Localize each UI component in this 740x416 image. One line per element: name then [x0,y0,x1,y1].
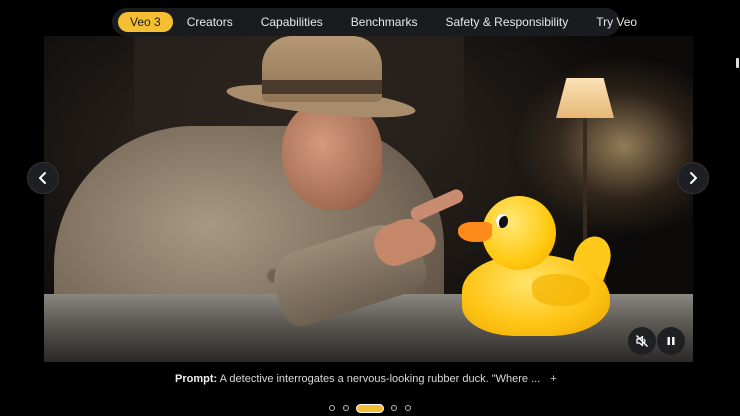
hat-band [262,80,382,94]
video-player[interactable] [44,36,693,362]
nav-tab-creators[interactable]: Creators [173,12,247,32]
prompt-label: Prompt: [175,373,218,385]
top-nav: Veo 3 Creators Capabilities Benchmarks S… [112,8,637,36]
duck-wing [532,274,590,306]
mute-button[interactable] [628,327,656,355]
slide-dot-4[interactable] [391,405,397,411]
duck-head [482,196,556,270]
volume-off-icon [636,335,648,347]
slide-dot-5[interactable] [405,405,411,411]
nav-tab-benchmarks[interactable]: Benchmarks [337,12,432,32]
previous-slide-button[interactable] [27,162,59,194]
pause-icon [667,337,675,345]
slide-indicators [329,404,411,412]
nav-tab-veo-3[interactable]: Veo 3 [118,12,173,32]
nav-tab-safety-responsibility[interactable]: Safety & Responsibility [431,12,582,32]
slide-dot-3[interactable] [357,404,383,412]
chevron-right-icon [690,172,697,184]
expand-prompt-button[interactable]: + [550,371,556,387]
chevron-left-icon [39,172,46,184]
duck-eye [496,214,508,228]
prompt-caption: Prompt: A detective interrogates a nervo… [175,371,557,387]
lamp-shade [556,78,614,118]
next-slide-button[interactable] [677,162,709,194]
slide-dot-2[interactable] [343,405,349,411]
prompt-text: A detective interrogates a nervous-looki… [217,373,541,385]
duck-beak [458,222,492,242]
slide-dot-1[interactable] [329,405,335,411]
scrollbar-thumb[interactable] [736,58,739,68]
nav-tab-try-veo[interactable]: Try Veo [582,12,651,32]
pause-button[interactable] [657,327,685,355]
nav-tab-capabilities[interactable]: Capabilities [247,12,337,32]
